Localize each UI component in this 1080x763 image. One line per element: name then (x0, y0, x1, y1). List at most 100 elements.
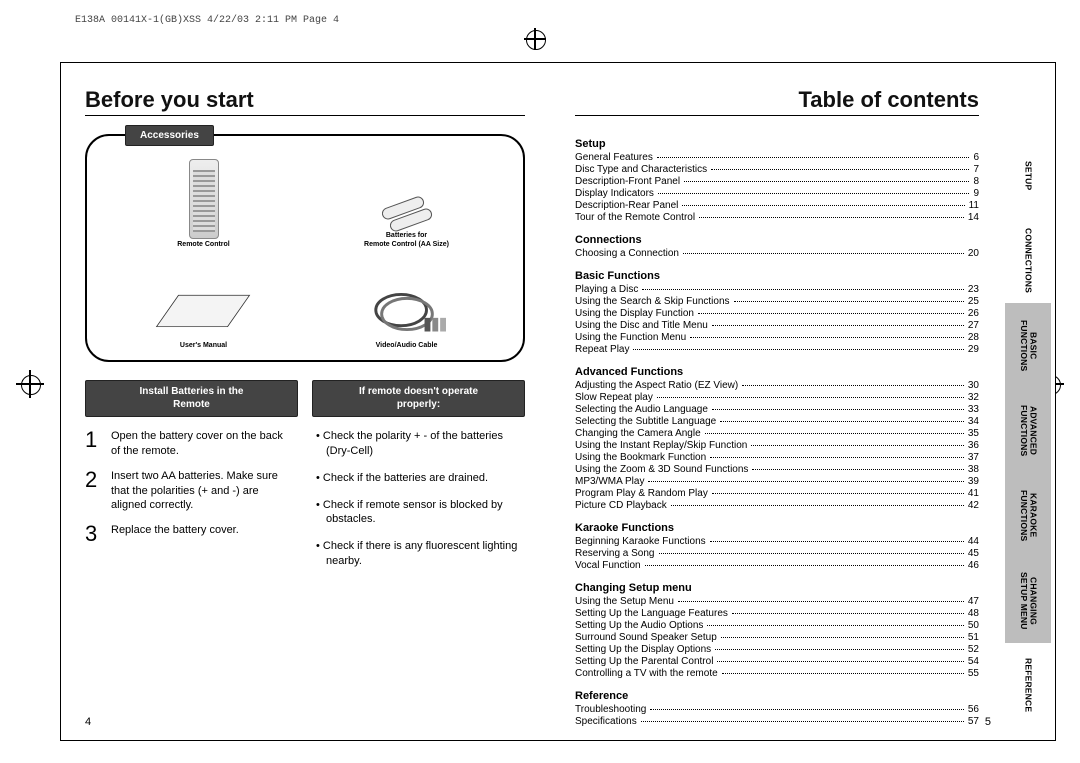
toc-leader-dots (721, 637, 964, 638)
toc-leader-dots (648, 481, 963, 482)
toc-item-page: 46 (964, 560, 979, 572)
toc-item-title: Setting Up the Display Options (575, 644, 715, 656)
toc-item-title: Using the Bookmark Function (575, 452, 710, 464)
toc-item-title: Selecting the Subtitle Language (575, 416, 720, 428)
toc-item-title: Using the Setup Menu (575, 596, 678, 608)
toc-item-title: Setting Up the Parental Control (575, 656, 717, 668)
toc-leader-dots (682, 205, 964, 206)
toc-leader-dots (657, 157, 970, 158)
toc-row: Controlling a TV with the remote55 (575, 668, 979, 680)
toc-item-page: 41 (964, 488, 979, 500)
toc-leader-dots (751, 445, 964, 446)
toc-row: Troubleshooting56 (575, 704, 979, 716)
side-tab: REFERENCE (1005, 643, 1051, 728)
accessory-caption: Video/Audio Cable (376, 342, 438, 350)
toc-item-title: Reserving a Song (575, 548, 659, 560)
toc-row: Using the Bookmark Function37 (575, 452, 979, 464)
toc-row: Using the Function Menu28 (575, 332, 979, 344)
toc-item-page: 30 (964, 380, 979, 392)
toc-row: Using the Disc and Title Menu27 (575, 320, 979, 332)
accessory-caption: Batteries for Remote Control (AA Size) (364, 232, 449, 249)
toc-row: Setting Up the Audio Options50 (575, 620, 979, 632)
toc-item-title: Using the Function Menu (575, 332, 690, 344)
toc-row: Display Indicators 9 (575, 188, 979, 200)
left-page-title: Before you start (85, 89, 525, 111)
troubleshoot-tips: • Check the polarity + - of the batterie… (316, 429, 525, 569)
toc-leader-dots (633, 349, 963, 350)
title-rule-right (575, 115, 979, 116)
toc-leader-dots (657, 397, 964, 398)
toc-item-title: Vocal Function (575, 560, 645, 572)
toc-leader-dots (690, 337, 964, 338)
toc-leader-dots (650, 709, 964, 710)
toc-item-title: Beginning Karaoke Functions (575, 536, 710, 548)
step-number: 1 (85, 429, 103, 459)
install-batteries-heading: Install Batteries in the Remote (85, 380, 298, 417)
toc-leader-dots (671, 505, 964, 506)
side-tab: KARAOKE FUNCTIONS (1005, 473, 1051, 558)
toc-item-title: Slow Repeat play (575, 392, 657, 404)
toc-item-page: 35 (964, 428, 979, 440)
caption-line: Remote Control (AA Size) (364, 241, 449, 248)
toc-item-page: 11 (965, 200, 979, 212)
toc-row: Selecting the Audio Language33 (575, 404, 979, 416)
install-steps: 1Open the battery cover on the back of t… (85, 429, 294, 545)
toc-leader-dots (699, 217, 964, 218)
accessories-label: Accessories (125, 125, 214, 146)
right-page-title: Table of contents (575, 89, 979, 111)
toc-row: Beginning Karaoke Functions 44 (575, 536, 979, 548)
toc-row: Tour of the Remote Control14 (575, 212, 979, 224)
accessory-batteries: Batteries for Remote Control (AA Size) (310, 150, 503, 249)
toc-item-page: 20 (964, 248, 979, 260)
toc-row: Disc Type and Characteristics7 (575, 164, 979, 176)
toc-row: Playing a Disc23 (575, 284, 979, 296)
side-tab: CONNECTIONS (1005, 218, 1051, 303)
toc-section-heading: Reference (575, 690, 979, 702)
toc-item-title: Adjusting the Aspect Ratio (EZ View) (575, 380, 742, 392)
toc-item-title: Selecting the Audio Language (575, 404, 712, 416)
toc-leader-dots (705, 433, 964, 434)
toc-leader-dots (642, 289, 964, 290)
toc-item-page: 54 (964, 656, 979, 668)
toc-leader-dots (722, 673, 964, 674)
toc-item-title: Description-Rear Panel (575, 200, 682, 212)
toc-row: General Features6 (575, 152, 979, 164)
toc-item-page: 50 (964, 620, 979, 632)
toc-item-page: 9 (969, 188, 979, 200)
toc-row: Setting Up the Display Options52 (575, 644, 979, 656)
toc-leader-dots (717, 661, 963, 662)
crop-mark-top-circle (526, 30, 546, 50)
remote-troubleshoot-heading: If remote doesn't operate properly: (312, 380, 525, 417)
step-text: Replace the battery cover. (111, 523, 239, 545)
accessory-remote: Remote Control (107, 150, 300, 249)
side-tab: ADVANCED FUNCTIONS (1005, 388, 1051, 473)
toc-leader-dots (678, 601, 964, 602)
toc-leader-dots (752, 469, 963, 470)
toc-item-page: 7 (969, 164, 979, 176)
toc-leader-dots (659, 553, 964, 554)
remote-icon (189, 159, 219, 239)
manual-icon (161, 284, 247, 340)
toc-item-page: 32 (964, 392, 979, 404)
toc-row: Adjusting the Aspect Ratio (EZ View) 30 (575, 380, 979, 392)
toc-leader-dots (712, 325, 964, 326)
toc-row: Using the Zoom & 3D Sound Functions38 (575, 464, 979, 476)
toc-item-title: Changing the Camera Angle (575, 428, 705, 440)
toc-item-page: 44 (964, 536, 979, 548)
toc-row: Using the Setup Menu47 (575, 596, 979, 608)
print-header: E138A 00141X-1(GB)XSS 4/22/03 2:11 PM Pa… (75, 16, 339, 26)
toc-section-heading: Changing Setup menu (575, 582, 979, 594)
toc-item-title: Using the Zoom & 3D Sound Functions (575, 464, 752, 476)
toc-leader-dots (683, 253, 964, 254)
toc-item-title: Display Indicators (575, 188, 658, 200)
toc-leader-dots (707, 625, 963, 626)
toc-item-title: Controlling a TV with the remote (575, 668, 722, 680)
toc-leader-dots (712, 493, 964, 494)
toc-item-title: Repeat Play (575, 344, 633, 356)
toc-item-title: Tour of the Remote Control (575, 212, 699, 224)
toc-row: Description-Rear Panel 11 (575, 200, 979, 212)
toc-item-page: 34 (964, 416, 979, 428)
side-tab: SETUP (1005, 133, 1051, 218)
toc-item-page: 56 (964, 704, 979, 716)
accessories-panel: Accessories Remote Control Batteries for… (85, 134, 525, 362)
